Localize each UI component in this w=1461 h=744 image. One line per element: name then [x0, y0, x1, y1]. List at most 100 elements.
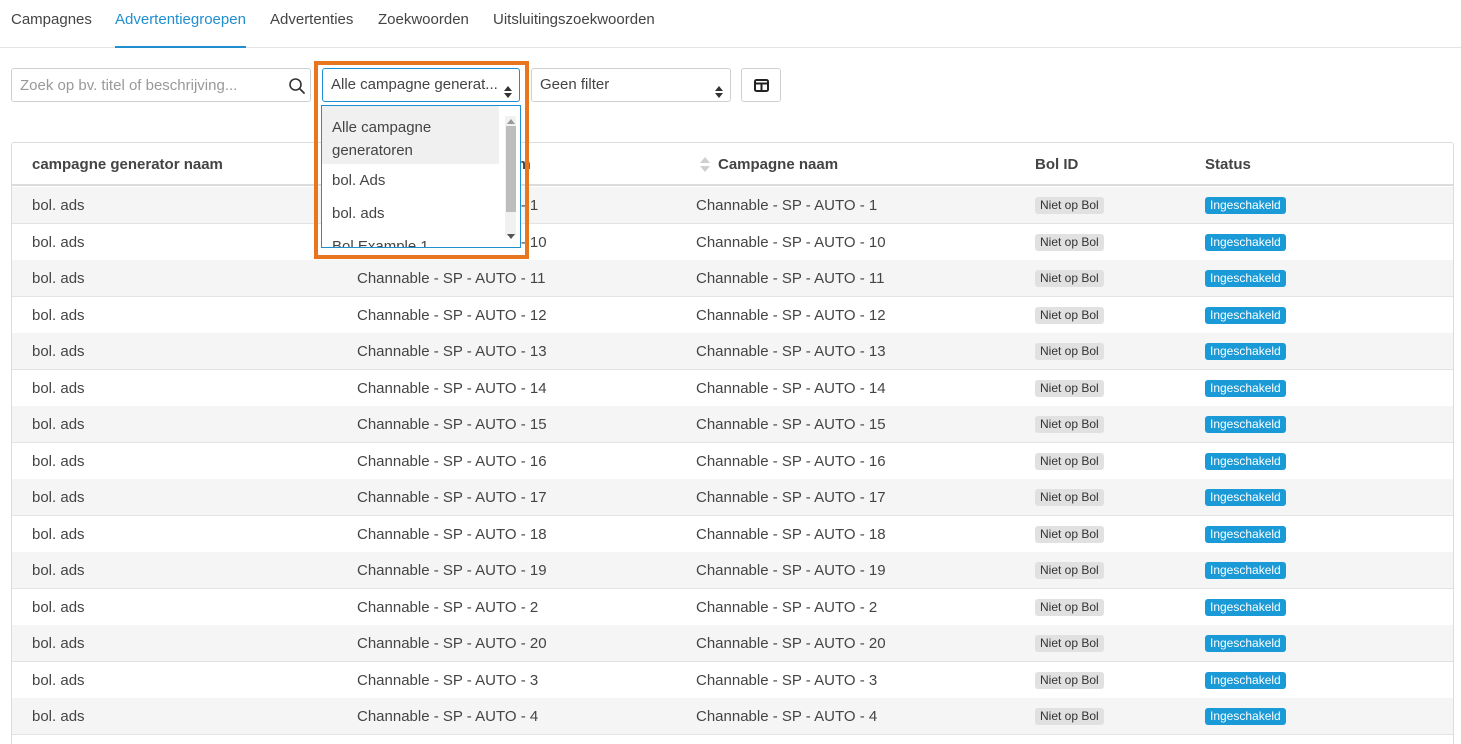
tab-campagnes[interactable]: Campagnes: [11, 11, 92, 48]
campaign-generator-select-value: Alle campagne generat...: [331, 76, 498, 93]
status-badge: Ingeschakeld: [1205, 708, 1286, 725]
status-badge: Ingeschakeld: [1205, 343, 1286, 360]
cell-generator: bol. ads: [32, 343, 85, 360]
header-bol-id[interactable]: Bol ID: [1035, 156, 1078, 173]
scroll-up-arrow-icon[interactable]: [507, 119, 515, 124]
status-badge: Ingeschakeld: [1205, 306, 1286, 324]
status-badge: Ingeschakeld: [1205, 562, 1286, 579]
header-generator[interactable]: campagne generator naam: [32, 156, 223, 173]
cell-adgroup: Channable - SP - AUTO - 19: [357, 562, 547, 579]
table-row[interactable]: bol. ads Channable - SP - AUTO - 17 Channa…: [12, 479, 1453, 516]
bol-id-badge: Niet op Bol: [1035, 635, 1104, 652]
header-status[interactable]: Status: [1205, 156, 1251, 173]
search-icon[interactable]: [288, 77, 306, 95]
status-badge: Ingeschakeld: [1205, 452, 1286, 470]
status-badge: Ingeschakeld: [1205, 379, 1286, 397]
search-input[interactable]: [12, 69, 282, 101]
table-row[interactable]: bol. ads Channable - SP - AUTO - 11 Channa…: [12, 260, 1453, 297]
cell-generator: bol. ads: [32, 598, 85, 616]
table-header: campagne generator naam am Campagne naam…: [12, 143, 1453, 186]
bol-id-badge: Niet op Bol: [1035, 489, 1104, 506]
status-badge: Ingeschakeld: [1205, 416, 1286, 433]
table-row[interactable]: bol. ads Channable - SP - AUTO - 4 Channab…: [12, 698, 1453, 735]
cell-generator: bol. ads: [32, 489, 85, 506]
header-campaign[interactable]: Campagne naam: [718, 156, 838, 173]
cell-generator: bol. ads: [32, 379, 85, 397]
bol-id-badge: Niet op Bol: [1035, 452, 1104, 470]
cell-adgroup: Channable - SP - AUTO - 17: [357, 489, 547, 506]
cell-adgroup: Channable - SP - AUTO - 15: [357, 416, 547, 433]
cell-adgroup: Channable - SP - AUTO - 13: [357, 343, 547, 360]
cell-campaign: Channable - SP - AUTO - 15: [696, 416, 886, 433]
table-row[interactable]: bol. ads Channable - SP - AUTO - 18 Channa…: [12, 516, 1453, 553]
dropdown-option[interactable]: bol. ads: [322, 197, 500, 230]
cell-generator: bol. ads: [32, 708, 85, 725]
cell-campaign: Channable - SP - AUTO - 16: [696, 452, 886, 470]
tab-zoekwoorden[interactable]: Zoekwoorden: [378, 11, 469, 48]
sort-icon[interactable]: [699, 156, 711, 174]
cell-campaign: Channable - SP - AUTO - 20: [696, 635, 886, 652]
scroll-down-arrow-icon[interactable]: [507, 234, 515, 239]
cell-generator: bol. ads: [32, 416, 85, 433]
cell-campaign: Channable - SP - AUTO - 3: [696, 671, 878, 689]
tab-advertentiegroepen[interactable]: Advertentiegroepen: [115, 11, 246, 48]
dropdown-option[interactable]: bol. Ads: [322, 164, 500, 197]
bol-id-badge: Niet op Bol: [1035, 525, 1104, 543]
table-row[interactable]: bol. adsChannable - SP - AUTO - 10Channa…: [12, 224, 1453, 261]
filter-select[interactable]: Geen filter: [531, 68, 731, 102]
cell-generator: bol. ads: [32, 671, 85, 689]
dropdown-option[interactable]: Bol Example 1: [322, 230, 500, 247]
cell-campaign: Channable - SP - AUTO - 2: [696, 598, 878, 616]
scrollbar-thumb[interactable]: [506, 126, 516, 212]
bol-id-badge: Niet op Bol: [1035, 379, 1104, 397]
columns-icon: [754, 79, 769, 92]
bol-id-badge: Niet op Bol: [1035, 306, 1104, 324]
campaign-generator-select[interactable]: Alle campagne generat...: [322, 68, 520, 102]
table-row[interactable]: bol. ads Channable - SP - AUTO - 2 Channab…: [12, 589, 1453, 626]
cell-campaign: Channable - SP - AUTO - 11: [696, 270, 885, 287]
cell-campaign: Channable - SP - AUTO - 17: [696, 489, 886, 506]
select-arrows-icon: [503, 79, 513, 98]
table-row[interactable]: bol. ads Channable - SP - AUTO - 12 Channa…: [12, 297, 1453, 334]
cell-campaign: Channable - SP - AUTO - 13: [696, 343, 886, 360]
adgroups-table: campagne generator naam am Campagne naam…: [11, 142, 1454, 744]
bol-id-badge: Niet op Bol: [1035, 233, 1104, 251]
select-arrows-icon: [714, 79, 724, 98]
table-row[interactable]: bol. adsChannable - SP - AUTO - 1Channab…: [12, 187, 1453, 224]
status-badge: Ingeschakeld: [1205, 525, 1286, 543]
table-row[interactable]: bol. ads Channable - SP - AUTO - 19 Channa…: [12, 552, 1453, 589]
dropdown-scrollbar[interactable]: [499, 106, 520, 247]
bol-id-badge: Niet op Bol: [1035, 416, 1104, 433]
cell-adgroup: Channable - SP - AUTO - 3: [357, 671, 539, 689]
table-row[interactable]: bol. ads Channable - SP - AUTO - 14 Channa…: [12, 370, 1453, 407]
table-row[interactable]: bol. ads Channable - SP - AUTO - 16 Channa…: [12, 443, 1453, 480]
cell-generator: bol. ads: [32, 233, 85, 251]
cell-campaign: Channable - SP - AUTO - 19: [696, 562, 886, 579]
cell-adgroup: Channable - SP - AUTO - 11: [357, 270, 546, 287]
cell-adgroup: Channable - SP - AUTO - 12: [357, 306, 547, 324]
status-badge: Ingeschakeld: [1205, 197, 1286, 214]
cell-campaign: Channable - SP - AUTO - 4: [696, 708, 878, 725]
bol-id-badge: Niet op Bol: [1035, 197, 1104, 214]
bol-id-badge: Niet op Bol: [1035, 270, 1104, 287]
cell-campaign: Channable - SP - AUTO - 18: [696, 525, 886, 543]
cell-campaign: Channable - SP - AUTO - 14: [696, 379, 886, 397]
dropdown-option[interactable]: Alle campagne generatoren: [322, 106, 500, 164]
cell-generator: bol. ads: [32, 452, 85, 470]
status-badge: Ingeschakeld: [1205, 671, 1286, 689]
cell-campaign: Channable - SP - AUTO - 1: [696, 197, 878, 214]
cell-adgroup: Channable - SP - AUTO - 20: [357, 635, 547, 652]
table-row[interactable]: bol. ads Channable - SP - AUTO - 20 Channa…: [12, 625, 1453, 662]
bol-id-badge: Niet op Bol: [1035, 671, 1104, 689]
columns-button[interactable]: [741, 68, 781, 102]
table-row[interactable]: bol. ads Channable - SP - AUTO - 13 Channa…: [12, 333, 1453, 370]
cell-adgroup: Channable - SP - AUTO - 14: [357, 379, 547, 397]
bol-id-badge: Niet op Bol: [1035, 598, 1104, 616]
table-row[interactable]: bol. ads Channable - SP - AUTO - 15 Channa…: [12, 406, 1453, 443]
tab-uitsluitingszoekwoorden[interactable]: Uitsluitingszoekwoorden: [493, 11, 655, 48]
table-row[interactable]: bol. ads Channable - SP - AUTO - 3 Channab…: [12, 662, 1453, 699]
status-badge: Ingeschakeld: [1205, 635, 1286, 652]
cell-generator: bol. ads: [32, 270, 85, 287]
tab-advertenties[interactable]: Advertenties: [270, 11, 353, 48]
status-badge: Ingeschakeld: [1205, 489, 1286, 506]
